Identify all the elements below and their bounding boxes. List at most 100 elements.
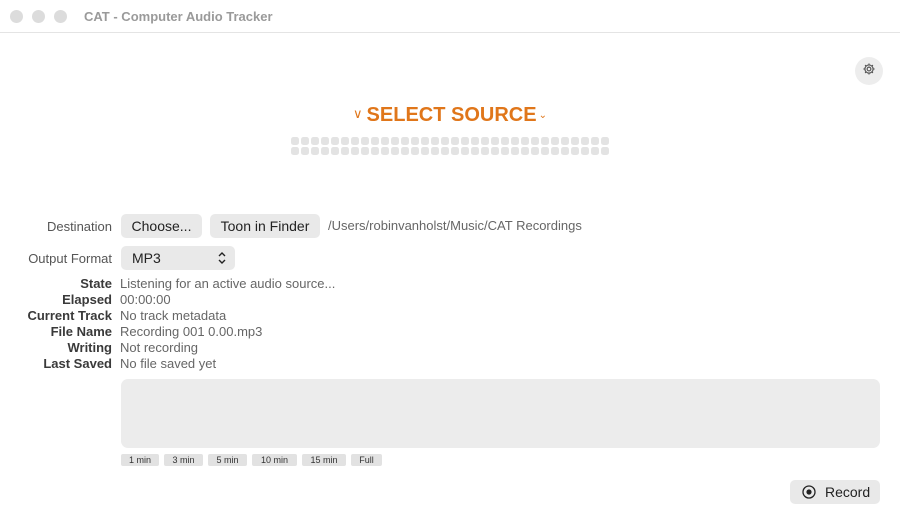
level-meter-segment — [411, 147, 419, 155]
level-meter-segment — [451, 147, 459, 155]
destination-path: /Users/robinvanholst/Music/CAT Recording… — [328, 218, 582, 233]
level-meter-segment — [451, 137, 459, 145]
level-meter-segment — [551, 147, 559, 155]
level-meter-segment — [471, 147, 479, 155]
level-meter-segment — [481, 137, 489, 145]
level-meter-segment — [501, 137, 509, 145]
elapsed-label: Elapsed — [62, 292, 112, 307]
record-button[interactable]: Record — [790, 480, 880, 504]
level-meter-segment — [291, 147, 299, 155]
level-meter-segment — [431, 147, 439, 155]
level-meter-segment — [441, 147, 449, 155]
level-meter-segment — [511, 147, 519, 155]
level-meter-segment — [341, 137, 349, 145]
level-meter-segment — [301, 137, 309, 145]
destination-label: Destination — [46, 219, 112, 234]
output-format-select[interactable]: MP3 — [121, 246, 235, 270]
level-meter-segment — [541, 147, 549, 155]
level-meter-segment — [421, 147, 429, 155]
last-saved-value: No file saved yet — [120, 356, 217, 371]
level-meter-segment — [541, 137, 549, 145]
output-format-label: Output Format — [28, 251, 112, 266]
range-1-min-button[interactable]: 1 min — [121, 454, 159, 466]
level-meter-segment — [481, 147, 489, 155]
minimize-window-button[interactable] — [32, 10, 45, 23]
file-name-label: File Name — [50, 324, 112, 339]
record-icon — [802, 485, 816, 502]
level-meter-segment — [321, 147, 329, 155]
file-name-value: Recording 001 0.00.mp3 — [120, 324, 263, 339]
settings-button[interactable] — [855, 57, 883, 85]
level-meter-segment — [461, 147, 469, 155]
level-meter-segment — [461, 137, 469, 145]
level-meter-segment — [331, 137, 339, 145]
output-format-value: MP3 — [132, 250, 161, 266]
level-meter-segment — [411, 137, 419, 145]
range-10-min-button[interactable]: 10 min — [252, 454, 297, 466]
level-meter-segment — [521, 137, 529, 145]
range-3-min-button[interactable]: 3 min — [164, 454, 203, 466]
level-meter-segment — [311, 147, 319, 155]
level-meter-segment — [441, 137, 449, 145]
range-5-min-button[interactable]: 5 min — [208, 454, 247, 466]
level-meter-segment — [361, 137, 369, 145]
waveform-display — [121, 379, 880, 448]
level-meter-segment — [301, 147, 309, 155]
level-meter-segment — [351, 147, 359, 155]
show-in-finder-button[interactable]: Toon in Finder — [210, 214, 320, 238]
source-label: SELECT SOURCE — [366, 104, 537, 126]
level-meter-segment — [371, 147, 379, 155]
level-meter-segment — [581, 137, 589, 145]
zoom-window-button[interactable] — [54, 10, 67, 23]
range-15-min-button[interactable]: 15 min — [302, 454, 346, 466]
elapsed-value: 00:00:00 — [120, 292, 171, 307]
level-meter-segment — [531, 147, 539, 155]
level-meter-segment — [391, 147, 399, 155]
window-title: CAT - Computer Audio Tracker — [84, 9, 273, 24]
level-meter-segment — [551, 137, 559, 145]
level-meter-segment — [601, 147, 609, 155]
gear-icon — [862, 62, 876, 81]
state-label: State — [80, 276, 112, 291]
up-down-chevron-icon — [218, 246, 226, 279]
level-meter-segment — [311, 137, 319, 145]
level-meter-segment — [421, 137, 429, 145]
level-meter-segment — [571, 137, 579, 145]
level-meter-segment — [601, 137, 609, 145]
level-meter-segment — [391, 137, 399, 145]
level-meter-segment — [581, 147, 589, 155]
level-meter-segment — [341, 147, 349, 155]
level-meter-segment — [291, 137, 299, 145]
level-meter-segment — [401, 147, 409, 155]
level-meter — [291, 137, 611, 155]
close-window-button[interactable] — [10, 10, 23, 23]
level-meter-segment — [471, 137, 479, 145]
title-bar: CAT - Computer Audio Tracker — [0, 0, 900, 33]
level-meter-segment — [491, 147, 499, 155]
writing-value: Not recording — [120, 340, 199, 355]
level-meter-segment — [431, 137, 439, 145]
current-track-label: Current Track — [27, 308, 112, 323]
level-meter-segment — [521, 147, 529, 155]
range-full-button[interactable]: Full — [351, 454, 382, 466]
level-meter-segment — [511, 137, 519, 145]
level-meter-segment — [321, 137, 329, 145]
chevron-down-icon: ⌄ — [538, 110, 547, 121]
level-meter-segment — [401, 137, 409, 145]
level-meter-segment — [531, 137, 539, 145]
level-meter-segment — [351, 137, 359, 145]
level-meter-segment — [491, 137, 499, 145]
record-label: Record — [825, 484, 871, 500]
level-meter-segment — [591, 137, 599, 145]
last-saved-label: Last Saved — [43, 356, 112, 371]
writing-label: Writing — [67, 340, 112, 355]
level-meter-segment — [371, 137, 379, 145]
level-meter-segment — [361, 147, 369, 155]
chevron-down-icon: ∨ — [353, 106, 363, 121]
source-selector[interactable]: ∨ SELECT SOURCE ⌄ — [0, 104, 900, 127]
level-meter-segment — [381, 147, 389, 155]
current-track-value: No track metadata — [120, 308, 227, 323]
choose-button[interactable]: Choose... — [121, 214, 202, 238]
level-meter-segment — [381, 137, 389, 145]
level-meter-segment — [501, 147, 509, 155]
